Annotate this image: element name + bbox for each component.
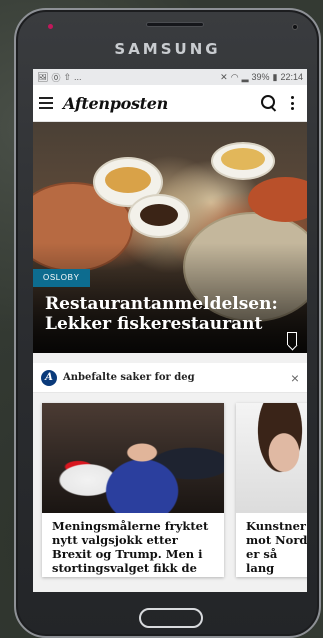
app-logo[interactable]: Aftenposten [63, 94, 259, 113]
recommended-card[interactable]: Kunstner mot Nord er så lang virkeligh [236, 403, 307, 577]
image-icon: 🖼 [37, 71, 49, 82]
status-more: ... [74, 72, 82, 82]
card-image [236, 403, 307, 513]
bookmark-icon[interactable] [287, 332, 297, 345]
phone-screen: 🖼 ⓪ ⇧ ... ✕ ◠ ▂ 39% ▮ 22:14 Aftenposten … [33, 69, 307, 592]
card-headline: Meningsmålerne fryktet nytt valgsjokk et… [52, 519, 209, 577]
notification-led [48, 24, 53, 29]
status-bar: 🖼 ⓪ ⇧ ... ✕ ◠ ▂ 39% ▮ 22:14 [33, 69, 307, 85]
battery-icon: ▮ [272, 71, 278, 82]
home-button[interactable] [139, 608, 203, 628]
battery-percent: 39% [251, 72, 270, 82]
mute-icon: ✕ [220, 71, 228, 82]
recommended-section: A Anbefalte saker for deg × Meningsmåler… [33, 363, 307, 592]
earpiece-speaker [146, 22, 204, 27]
overflow-menu-icon[interactable] [291, 96, 295, 110]
close-icon[interactable]: × [291, 371, 299, 385]
hero-article[interactable]: OSLOBY Restaurantanmeldelsen: Lekker fis… [33, 122, 307, 353]
app-bar: Aftenposten [33, 85, 307, 122]
search-icon[interactable] [259, 93, 279, 113]
recommended-card[interactable]: Meningsmålerne fryktet nytt valgsjokk et… [42, 403, 224, 577]
front-camera [292, 24, 298, 30]
notification-icon: ⓪ [51, 72, 61, 83]
upload-icon: ⇧ [63, 71, 71, 82]
hamburger-menu-icon[interactable] [39, 97, 53, 109]
hero-headline[interactable]: Restaurantanmeldelsen: Lekker fiskeresta… [45, 294, 285, 334]
recommended-title: Anbefalte saker for deg [63, 372, 195, 383]
card-headline: Kunstner mot Nord er så lang virkeligh [246, 519, 307, 577]
section-tag[interactable]: OSLOBY [33, 269, 90, 287]
device-brand: SAMSUNG [114, 40, 221, 58]
recommended-carousel[interactable]: Meningsmålerne fryktet nytt valgsjokk et… [42, 403, 307, 577]
clock: 22:14 [280, 72, 303, 82]
signal-icon: ▂ [241, 71, 249, 82]
wifi-icon: ◠ [230, 71, 239, 82]
recommended-header: A Anbefalte saker for deg × [33, 363, 307, 393]
card-image [42, 403, 224, 513]
aftenposten-a-icon: A [41, 369, 57, 386]
